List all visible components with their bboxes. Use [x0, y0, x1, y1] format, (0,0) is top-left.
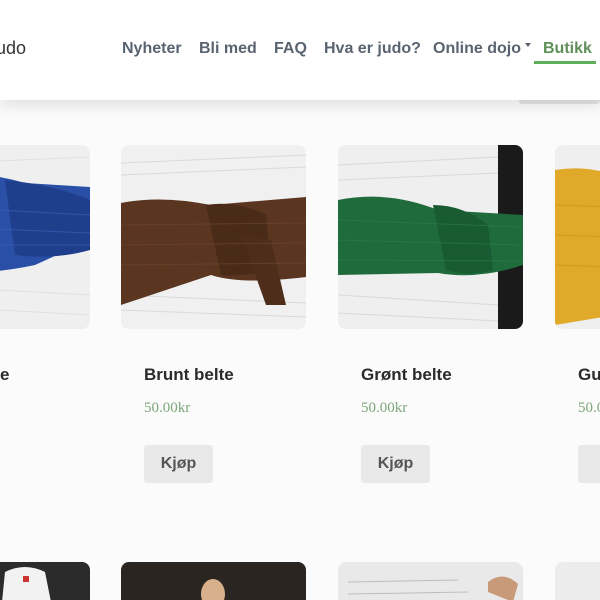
- dropdown-caret-icon: [525, 43, 531, 47]
- product-image-judoka-portrait[interactable]: [121, 562, 306, 600]
- product-card: e: [0, 145, 90, 384]
- nav-item-nyheter[interactable]: Nyheter: [122, 40, 182, 58]
- nav-item-bli-med[interactable]: Bli med: [199, 40, 257, 58]
- buy-button[interactable]: K: [578, 445, 600, 483]
- active-nav-underline: [534, 61, 596, 64]
- product-title[interactable]: Brunt belte: [144, 365, 234, 385]
- product-image-judoka[interactable]: [0, 562, 90, 600]
- buy-button[interactable]: Kjøp: [144, 445, 213, 483]
- nav-item-hva-er-judo[interactable]: Hva er judo?: [324, 40, 421, 58]
- product-card: Brunt belte 50.00kr Kjøp: [121, 145, 306, 483]
- product-image-green-belt[interactable]: [338, 145, 523, 329]
- buy-button[interactable]: Kjøp: [361, 445, 430, 483]
- nav-item-butikk[interactable]: Butikk: [543, 40, 592, 58]
- product-price: 50.00kr: [144, 400, 191, 416]
- site-brand[interactable]: udo: [0, 38, 26, 59]
- site-header: udo Nyheter Bli med FAQ Hva er judo? Onl…: [0, 0, 600, 100]
- product-card: Grønt belte 50.00kr Kjøp: [338, 145, 523, 483]
- product-title[interactable]: e: [0, 365, 9, 385]
- page: udo Nyheter Bli med FAQ Hva er judo? Onl…: [0, 0, 600, 600]
- product-image-partial[interactable]: [555, 562, 600, 600]
- product-card: Gu 50.0 K: [555, 145, 600, 483]
- product-title[interactable]: Gu: [578, 365, 600, 385]
- nav-item-online-dojo-label: Online dojo: [433, 40, 521, 57]
- product-image-blue-belt[interactable]: [0, 145, 90, 329]
- product-price: 50.0: [578, 400, 600, 416]
- product-image-yellow-belt[interactable]: [555, 145, 600, 329]
- product-title[interactable]: Grønt belte: [361, 365, 452, 385]
- product-image-brown-belt[interactable]: [121, 145, 306, 329]
- nav-item-online-dojo[interactable]: Online dojo: [433, 40, 531, 58]
- product-image-document[interactable]: [338, 562, 523, 600]
- product-price: 50.00kr: [361, 400, 408, 416]
- nav-item-faq[interactable]: FAQ: [274, 40, 307, 58]
